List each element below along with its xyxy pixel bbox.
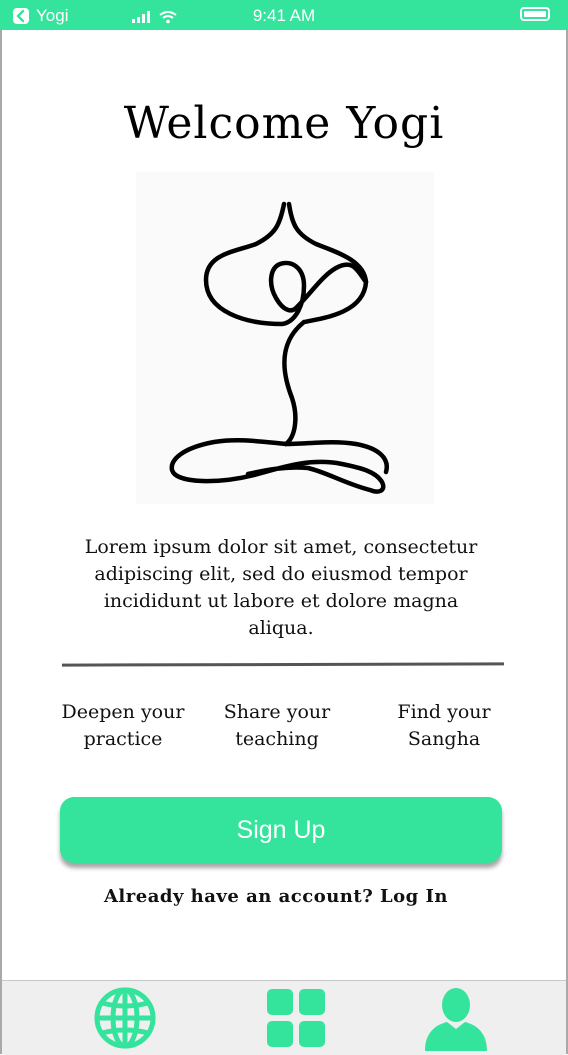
status-bar: Yogi 9:41 AM — [0, 0, 568, 30]
tab-grid[interactable] — [263, 985, 329, 1051]
page-title: Welcome Yogi — [123, 98, 445, 149]
status-time: 9:41 AM — [252, 6, 316, 25]
feature-line: Sangha — [407, 728, 481, 750]
tab-bar — [2, 980, 566, 1055]
tab-profile[interactable] — [423, 985, 489, 1051]
feature-find-sangha: Find your Sangha — [359, 699, 529, 753]
grid-icon — [267, 989, 325, 1047]
feature-line: teaching — [235, 728, 319, 750]
tab-globe[interactable] — [92, 985, 158, 1051]
feature-line: Find your — [397, 701, 491, 723]
feature-line: Share your — [223, 701, 331, 723]
battery-icon — [520, 7, 550, 21]
signup-button[interactable]: Sign Up — [60, 797, 502, 863]
meditating-yogi-line-art-icon — [136, 172, 434, 504]
feature-share-teaching: Share your teaching — [192, 699, 362, 753]
feature-deepen-practice: Deepen your practice — [38, 699, 208, 753]
login-link[interactable]: Already have an account? Log In — [0, 886, 552, 907]
feature-line: Deepen your — [61, 701, 185, 723]
user-profile-icon — [425, 988, 487, 1051]
battery-fill — [524, 11, 546, 17]
intro-text: Lorem ipsum dolor sit amet, consectetur … — [84, 536, 478, 639]
feature-line: practice — [83, 728, 163, 750]
globe-icon — [94, 987, 156, 1049]
